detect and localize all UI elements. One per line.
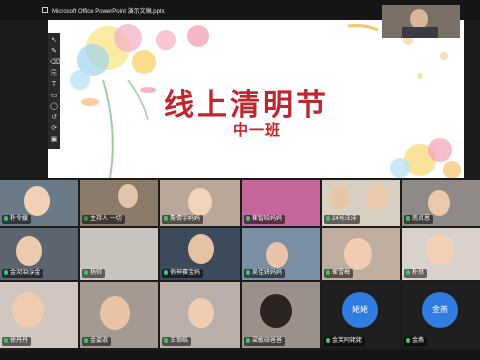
annotation-toolbar: ↖ ✎ ⌫ ⎘ T ▭ ◯ ↺ ⟳ ▣ (48, 33, 60, 149)
mic-icon (4, 270, 8, 275)
video-tile[interactable]: 金燕 金燕 (402, 282, 480, 348)
slide-title: 线上清明节 (164, 88, 329, 123)
participant-face (366, 184, 388, 210)
participant-label: 主持人 一切 (82, 215, 125, 224)
presenter-video[interactable] (382, 5, 460, 38)
presenter-face (410, 9, 428, 29)
participant-face (344, 238, 372, 270)
video-tile[interactable]: 南贞恩 (402, 180, 480, 226)
video-tile[interactable]: 俏神赛宝妈 (160, 228, 240, 280)
mic-icon (246, 216, 250, 221)
pointer-icon[interactable]: ↖ (50, 37, 58, 45)
mic-icon (84, 338, 88, 343)
mic-icon (326, 270, 330, 275)
undo-icon[interactable]: ↺ (50, 114, 58, 122)
participant-face (100, 296, 130, 330)
participant-label: 徐丹丹 (2, 337, 32, 346)
participant-label: 24号汪洋 (324, 215, 360, 224)
bottom-bar (0, 350, 480, 360)
slide-subtitle: 中一班 (233, 121, 282, 139)
video-tile[interactable]: 崔雪梅 (322, 228, 400, 280)
copy-icon[interactable]: ⎘ (50, 70, 58, 78)
mic-icon (326, 216, 330, 221)
participant-label: 梁敏硕爸爸 (244, 337, 286, 346)
video-tile[interactable]: 王琅皓 (160, 282, 240, 348)
participant-face (188, 234, 214, 264)
participant-grid: 朴令媛 主持人 一切 詹倩宇妈妈 崔智晗妈妈 24号汪洋 南贞恩 金沏泪😘金 杨… (0, 180, 480, 350)
presenter-shoulders (402, 27, 438, 38)
mic-icon (164, 270, 168, 275)
slide-canvas: 线上清明节 中一班 (48, 20, 464, 178)
video-tile[interactable]: 徐丹丹 (0, 282, 78, 348)
mic-icon (4, 216, 8, 221)
participant-label: 詹倩宇妈妈 (162, 215, 204, 224)
video-tile[interactable]: 詹倩宇妈妈 (160, 180, 240, 226)
participant-face (118, 184, 138, 208)
window-title: Microsoft Office PowerPoint 演示文稿.pptx (52, 9, 165, 15)
participant-label: 杨帅 (82, 269, 106, 278)
video-tile[interactable]: 梁敏硕爸爸 (242, 282, 320, 348)
participant-face (428, 190, 450, 216)
rectangle-icon[interactable]: ▭ (50, 92, 58, 100)
participant-label: 金沏泪😘金 (2, 269, 44, 278)
mic-icon (164, 338, 168, 343)
video-tile[interactable]: 金沏泪😘金 (0, 228, 78, 280)
participant-face (426, 234, 454, 266)
eraser-icon[interactable]: ⌫ (50, 59, 60, 67)
participant-face (188, 188, 212, 216)
mic-icon (326, 338, 330, 343)
video-tile[interactable]: 主持人 一切 (80, 180, 158, 226)
mic-icon (84, 270, 88, 275)
participant-label: 金姿淑 (82, 337, 112, 346)
participant-label: 朴令媛 (2, 215, 32, 224)
participant-label: 崔智晗妈妈 (244, 215, 286, 224)
mic-icon (406, 216, 410, 221)
participant-face (188, 298, 214, 328)
app-icon (42, 7, 48, 13)
mic-icon (246, 270, 250, 275)
host-icon (84, 216, 88, 221)
video-tile[interactable]: 24号汪洋 (322, 180, 400, 226)
video-tile[interactable]: 姥姥 金芙阿姥姥 (322, 282, 400, 348)
mic-icon (4, 338, 8, 343)
screen-icon[interactable]: ▣ (50, 136, 58, 144)
circle-icon[interactable]: ◯ (50, 103, 58, 111)
participant-face (12, 292, 44, 328)
participant-label: 崔雪梅 (324, 269, 354, 278)
video-tile[interactable]: 朴令媛 (0, 180, 78, 226)
video-tile[interactable]: 朴然 (402, 228, 480, 280)
participant-label: 吴佳妍妈妈 (244, 269, 286, 278)
video-tile[interactable]: 金姿淑 (80, 282, 158, 348)
video-tile[interactable]: 崔智晗妈妈 (242, 180, 320, 226)
participant-label: 王琅皓 (162, 337, 192, 346)
avatar: 姥姥 (342, 292, 378, 328)
text-icon[interactable]: T (50, 81, 58, 89)
participant-label: 朴然 (404, 269, 428, 278)
participant-label: 金燕 (404, 337, 428, 346)
participant-label: 南贞恩 (404, 215, 434, 224)
mic-icon (164, 216, 168, 221)
participant-label: 俏神赛宝妈 (162, 269, 204, 278)
avatar: 金燕 (422, 292, 458, 328)
participant-face (330, 186, 350, 210)
mic-icon (246, 338, 250, 343)
participant-face (16, 236, 42, 266)
pen-icon[interactable]: ✎ (50, 48, 58, 56)
participant-face (266, 242, 288, 268)
participant-label: 金芙阿姥姥 (324, 337, 366, 346)
redo-icon[interactable]: ⟳ (50, 125, 58, 133)
video-tile[interactable]: 杨帅 (80, 228, 158, 280)
mic-icon (406, 270, 410, 275)
participant-face (260, 294, 292, 328)
mic-icon (406, 338, 410, 343)
video-tile[interactable]: 吴佳妍妈妈 (242, 228, 320, 280)
participant-face (24, 186, 50, 216)
